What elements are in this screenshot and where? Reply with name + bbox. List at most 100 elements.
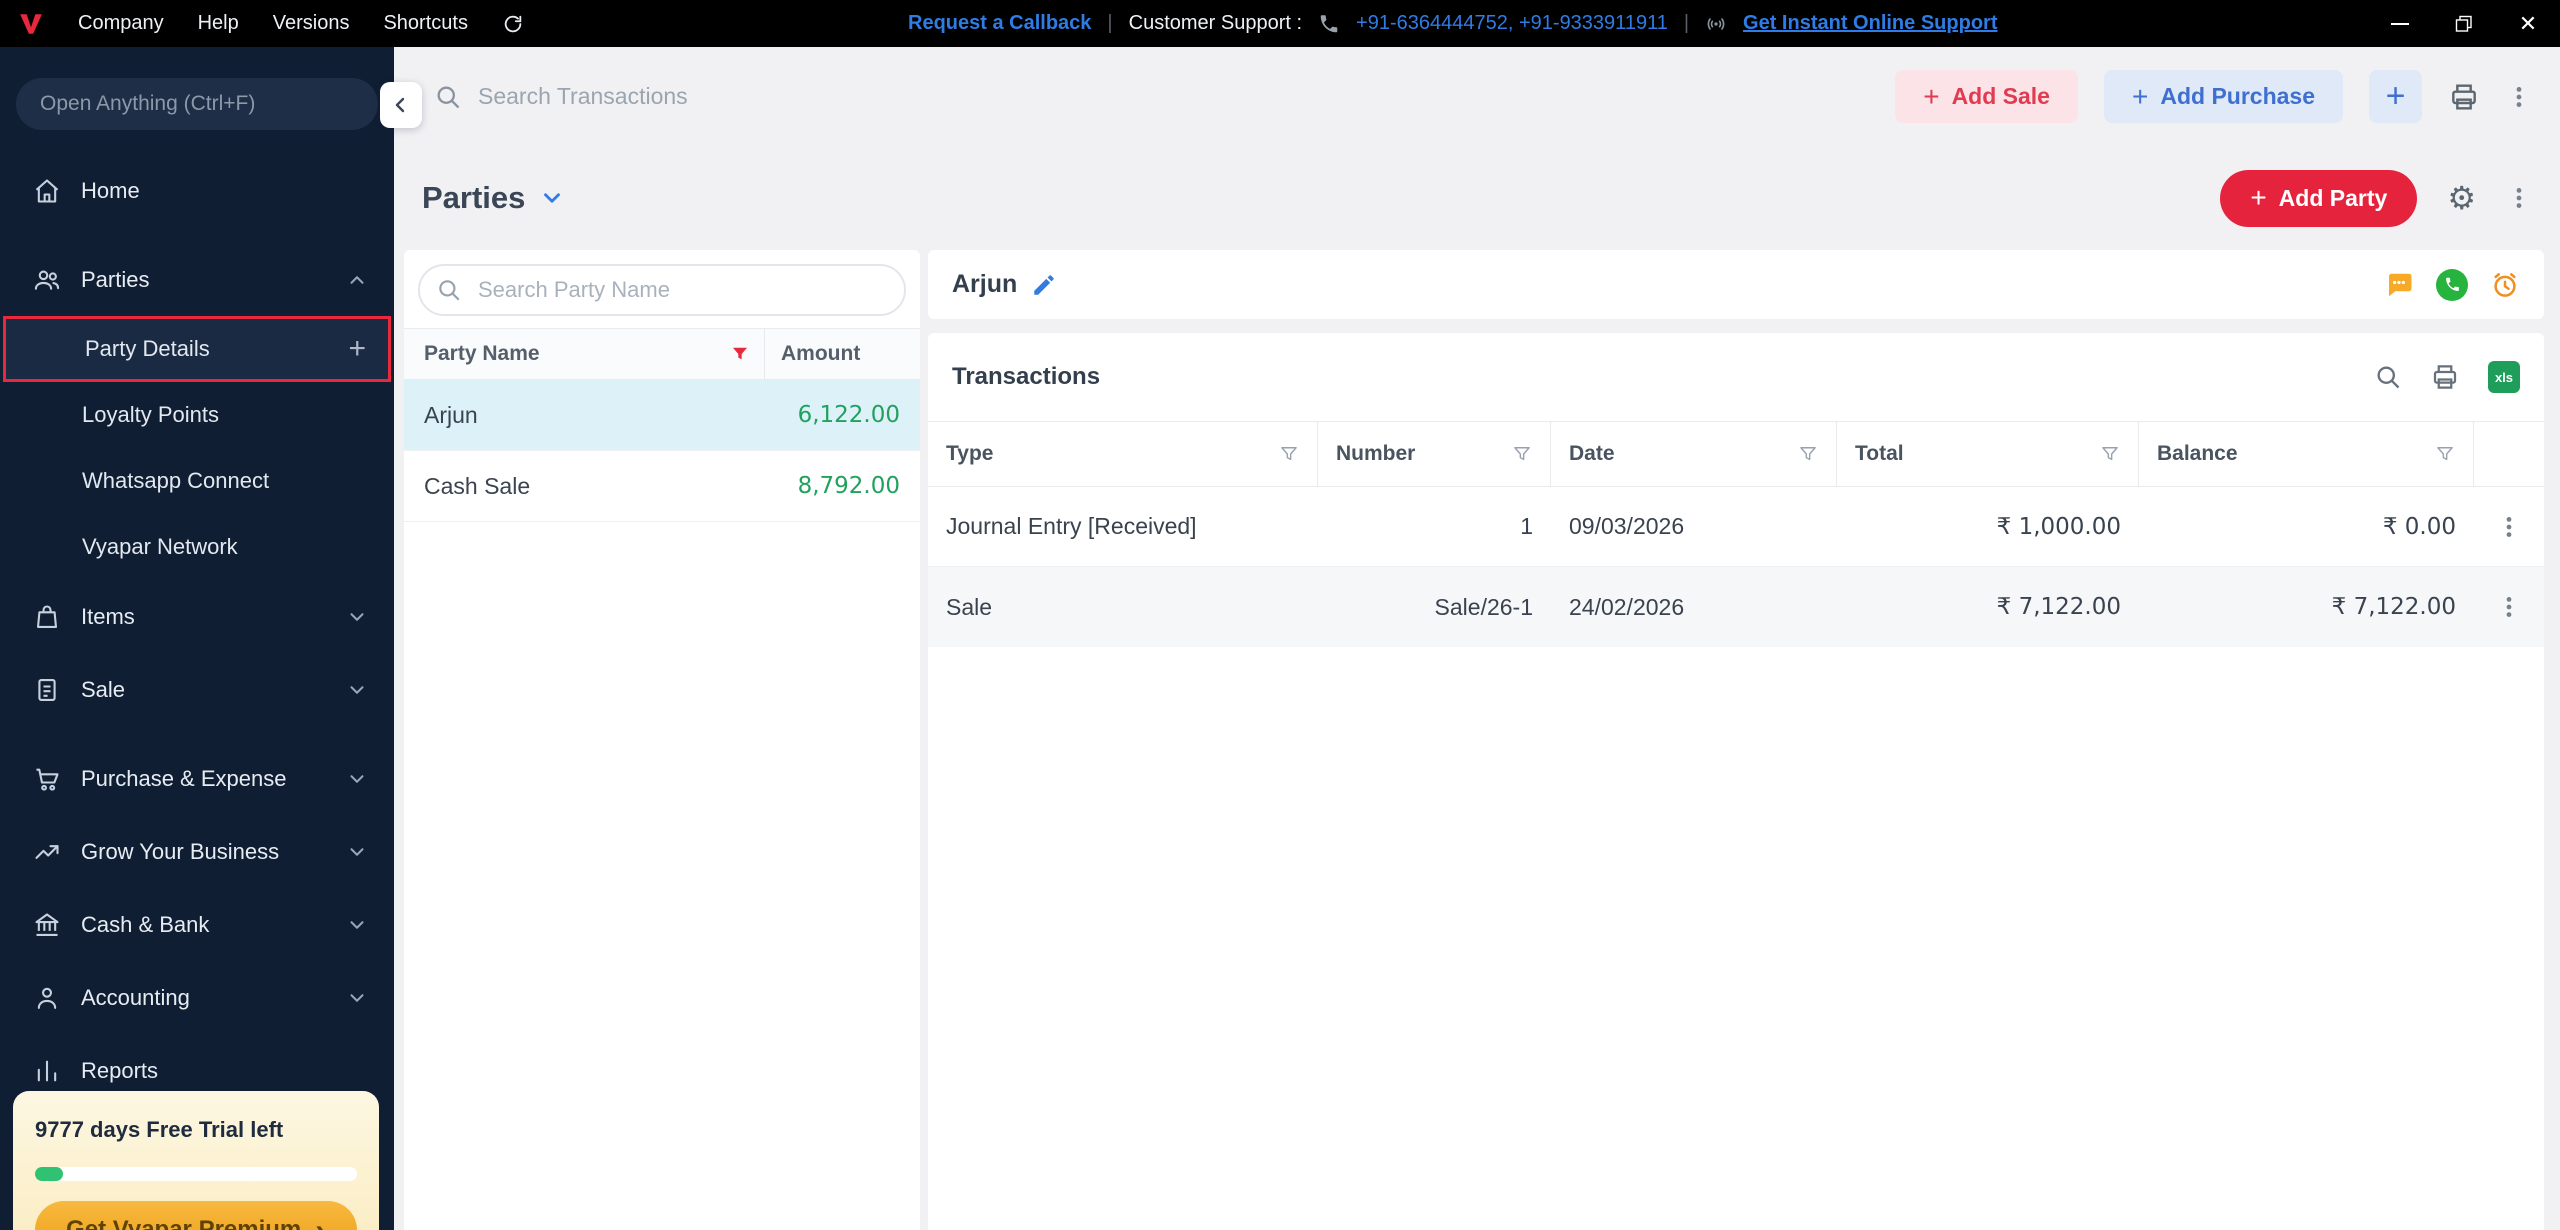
parties-dropdown-chevron-icon[interactable] — [539, 185, 565, 211]
export-xls-icon[interactable]: xls — [2488, 361, 2520, 393]
whatsapp-icon[interactable] — [2436, 268, 2468, 301]
sidebar-item-whatsapp-connect[interactable]: Whatsapp Connect — [0, 448, 394, 514]
sidebar-item-sale[interactable]: Sale — [0, 653, 394, 726]
menu-shortcuts[interactable]: Shortcuts — [383, 12, 467, 35]
sidebar-item-items[interactable]: Items — [0, 580, 394, 653]
filter-funnel-icon[interactable] — [1279, 444, 1299, 464]
plus-icon: + — [2250, 182, 2267, 213]
content-area: + Add Sale + Add Purchase + — [380, 47, 2560, 1230]
trial-days-text: 9777 days Free Trial left — [35, 1117, 284, 1142]
sidebar-item-home[interactable]: Home — [0, 154, 394, 227]
sidebar-item-label: Accounting — [81, 984, 190, 1010]
party-list-header: Party Name Amount — [404, 328, 920, 380]
trending-up-icon — [33, 838, 61, 866]
column-label: Total — [1855, 442, 1904, 465]
transaction-row[interactable]: Sale Sale/26-1 24/02/2026 ₹ 7,122.00 ₹ 7… — [928, 567, 2544, 647]
more-options-icon[interactable] — [2506, 185, 2532, 211]
window-restore-button[interactable] — [2432, 0, 2496, 47]
sidebar-item-vyapar-network[interactable]: Vyapar Network — [0, 514, 394, 580]
column-label: Type — [946, 442, 994, 465]
transaction-number: 1 — [1520, 513, 1533, 539]
chevron-down-icon — [346, 768, 368, 790]
sidebar-item-label: Parties — [81, 266, 150, 292]
chevron-down-icon — [346, 606, 368, 628]
total-column-header: Total — [1837, 422, 2139, 486]
row-more-options-icon[interactable] — [2474, 594, 2544, 620]
chevron-down-icon — [346, 679, 368, 701]
customer-support-label: Customer Support : — [1128, 12, 1303, 34]
collapse-sidebar-button[interactable] — [380, 82, 422, 128]
online-support-link[interactable]: Get Instant Online Support — [1743, 12, 1997, 35]
page-title-text: Parties — [422, 180, 526, 215]
window-minimize-button[interactable] — [2368, 0, 2432, 47]
add-purchase-label: Add Purchase — [2160, 83, 2315, 109]
transaction-total: ₹ 1,000.00 — [1996, 513, 2121, 540]
trial-progress-fill — [35, 1167, 63, 1181]
sidebar-item-purchase-expense[interactable]: Purchase & Expense — [0, 742, 394, 815]
menu-company[interactable]: Company — [78, 12, 164, 35]
sidebar-item-party-details[interactable]: Party Details + — [3, 316, 391, 382]
more-options-icon[interactable] — [2506, 84, 2532, 110]
amount-column-header: Amount — [764, 329, 920, 379]
transaction-type: Sale — [946, 593, 993, 620]
add-party-label: Add Party — [2278, 184, 2388, 211]
sidebar-item-grow-your-business[interactable]: Grow Your Business — [0, 815, 394, 888]
sidebar-item-parties[interactable]: Parties — [0, 243, 394, 316]
sidebar-item-accounting[interactable]: Accounting — [0, 961, 394, 1034]
home-icon — [33, 177, 61, 205]
payment-reminder-icon[interactable] — [2490, 270, 2520, 300]
sidebar-item-label: Whatsapp Connect — [82, 468, 270, 493]
refresh-icon[interactable] — [502, 13, 524, 35]
sale-icon — [33, 676, 61, 704]
sidebar-item-cash-bank[interactable]: Cash & Bank — [0, 888, 394, 961]
party-row[interactable]: Cash Sale 8,792.00 — [404, 451, 920, 522]
sidebar-item-label: Party Details — [85, 336, 210, 361]
sidebar-item-loyalty-points[interactable]: Loyalty Points — [0, 382, 394, 448]
add-party-button[interactable]: + Add Party — [2220, 169, 2418, 227]
phone-icon — [1318, 13, 1340, 35]
open-anything-input[interactable] — [16, 78, 378, 130]
request-callback-link[interactable]: Request a Callback — [908, 12, 1091, 35]
search-icon — [436, 277, 462, 303]
edit-party-icon[interactable] — [1031, 272, 1057, 298]
quick-add-button[interactable]: + — [2369, 70, 2422, 123]
filter-funnel-icon[interactable] — [1798, 444, 1818, 464]
sidebar-item-label: Items — [81, 603, 135, 629]
get-premium-button[interactable]: Get Vyapar Premium › — [35, 1201, 357, 1230]
search-transactions-input[interactable] — [478, 83, 998, 110]
party-detail-header-card: Arjun — [928, 250, 2544, 319]
add-party-plus-icon[interactable]: + — [348, 334, 366, 364]
window-close-button[interactable]: ✕ — [2496, 0, 2560, 47]
print-icon[interactable] — [2430, 362, 2460, 392]
plus-icon: + — [2131, 80, 2149, 112]
menu-help[interactable]: Help — [198, 12, 239, 35]
parties-icon — [33, 266, 61, 294]
party-amount: 6,122.00 — [797, 402, 900, 428]
filter-funnel-icon[interactable] — [2100, 444, 2120, 464]
divider: | — [1683, 12, 1690, 34]
sidebar-item-label: Reports — [81, 1057, 159, 1083]
minimize-icon — [2391, 22, 2409, 25]
plus-icon: + — [1923, 80, 1940, 112]
row-more-options-icon[interactable] — [2474, 514, 2544, 540]
add-sale-button[interactable]: + Add Sale — [1895, 70, 2078, 123]
search-icon[interactable] — [2374, 363, 2402, 391]
menu-versions[interactable]: Versions — [273, 12, 350, 35]
filter-funnel-icon[interactable] — [730, 344, 750, 364]
search-party-input[interactable] — [418, 264, 906, 316]
sidebar-item-label: Cash & Bank — [81, 911, 210, 937]
filter-funnel-icon[interactable] — [1512, 444, 1532, 464]
print-icon[interactable] — [2448, 81, 2480, 113]
sms-message-icon[interactable] — [2384, 270, 2414, 300]
settings-gear-icon[interactable]: ⚙ — [2447, 182, 2476, 214]
party-row[interactable]: Arjun 6,122.00 — [404, 380, 920, 451]
filter-funnel-icon[interactable] — [2435, 444, 2455, 464]
sidebar-nav: Home Parties Party Details + Loyalty Poi… — [0, 154, 394, 1107]
support-phone-numbers[interactable]: +91-6364444752, +91-9333911911 — [1356, 12, 1668, 35]
party-name-column-header: Party Name — [404, 329, 764, 379]
arrow-right-icon: › — [315, 1212, 326, 1230]
transaction-row[interactable]: Journal Entry [Received] 1 09/03/2026 ₹ … — [928, 487, 2544, 567]
add-purchase-button[interactable]: + Add Purchase — [2103, 70, 2343, 123]
transaction-date: 09/03/2026 — [1569, 513, 1685, 539]
titlebar: Company Help Versions Shortcuts Request … — [0, 0, 2560, 47]
